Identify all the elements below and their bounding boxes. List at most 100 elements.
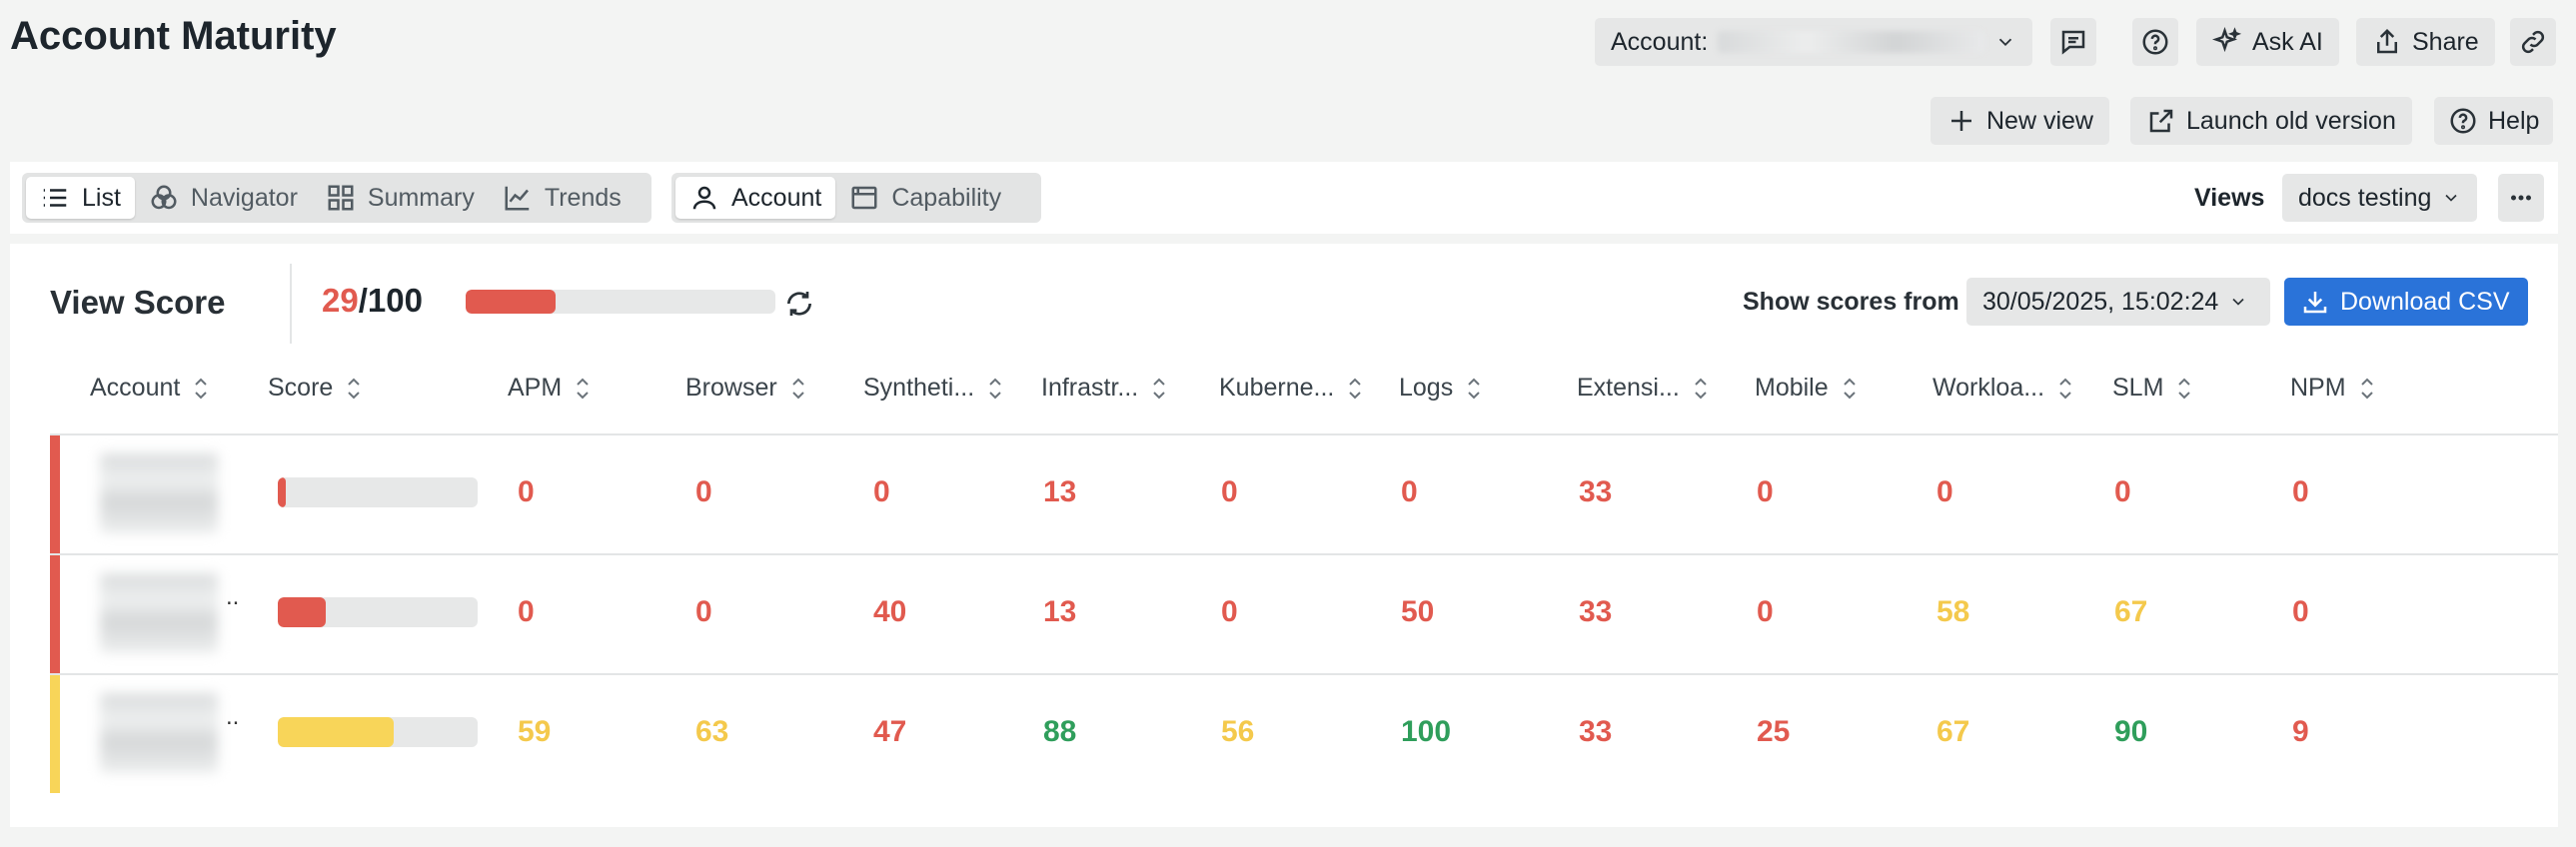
score-cell: 0	[695, 595, 712, 628]
column-header-8[interactable]: Extensi...	[1577, 374, 1710, 403]
sort-icon	[1153, 378, 1165, 399]
column-header-4[interactable]: Syntheti...	[863, 374, 1004, 403]
status-indicator	[50, 435, 60, 553]
views-dropdown[interactable]: docs testing	[2282, 174, 2478, 222]
new-view-button[interactable]: New view	[1931, 97, 2109, 145]
share-label: Share	[2412, 27, 2479, 56]
tab-navigator-label: Navigator	[190, 183, 298, 212]
show-scores-from-label: Show scores from	[1743, 288, 1959, 316]
score-cell: 33	[1579, 715, 1613, 748]
help-button[interactable]: Help	[2434, 97, 2554, 145]
column-header-12[interactable]: NPM	[2290, 374, 2376, 403]
column-header-label: Extensi...	[1577, 374, 1680, 402]
tab-account-label: Account	[731, 183, 822, 212]
chevron-down-icon	[1998, 38, 2012, 47]
column-header-11[interactable]: SLM	[2112, 374, 2193, 403]
help-circle-button[interactable]	[2132, 18, 2178, 66]
date-picker[interactable]: 30/05/2025, 15:02:24	[1966, 278, 2270, 326]
download-csv-button[interactable]: Download CSV	[2284, 278, 2528, 326]
tab-navigator[interactable]: Navigator	[135, 177, 312, 219]
score-cell: 88	[1043, 715, 1077, 748]
question-circle-icon	[2142, 29, 2168, 55]
comment-button[interactable]	[2050, 18, 2096, 66]
column-header-5[interactable]: Infrastr...	[1041, 374, 1168, 403]
copy-link-button[interactable]	[2510, 18, 2556, 66]
tab-trends[interactable]: Trends	[489, 177, 636, 219]
sort-icon	[2059, 378, 2071, 399]
comment-icon	[2061, 30, 2085, 55]
score-cell: 33	[1579, 595, 1613, 628]
score-cell: 0	[518, 475, 535, 508]
tab-summary[interactable]: Summary	[312, 177, 489, 219]
download-csv-label: Download CSV	[2340, 287, 2510, 316]
column-header-label: SLM	[2112, 374, 2164, 402]
score-cell: 0	[1936, 475, 1953, 508]
tab-capability[interactable]: Capability	[835, 177, 1015, 219]
score-cell: 47	[873, 715, 907, 748]
sort-icon	[1349, 378, 1362, 399]
score-cell: 13	[1043, 595, 1077, 628]
sort-icon	[577, 378, 589, 399]
view-score-label: View Score	[50, 284, 226, 321]
account-name-ellipsis: ..	[226, 583, 240, 610]
column-header-label: Browser	[685, 374, 777, 402]
more-options-button[interactable]	[2498, 174, 2544, 222]
tab-trends-label: Trends	[544, 183, 622, 212]
sort-icon	[2360, 378, 2373, 399]
list-icon	[43, 189, 67, 207]
score-cell: 0	[2114, 475, 2131, 508]
score-cell: 0	[1401, 475, 1418, 508]
view-mode-tabs: List Navigator Summary Trends	[22, 173, 651, 223]
account-selector[interactable]: Account:	[1595, 18, 2032, 66]
ask-ai-label: Ask AI	[2252, 27, 2323, 56]
plus-icon	[1951, 111, 1971, 131]
sparkle-icon	[2212, 27, 2242, 53]
score-bar	[278, 477, 478, 507]
account-name-ellipsis: ..	[226, 703, 240, 730]
table-row[interactable]: .. 59 63 47 88 56 100 33 25 67 90 9	[50, 673, 2558, 793]
column-header-3[interactable]: Browser	[685, 374, 807, 403]
view-score-progress	[466, 290, 775, 314]
table-row[interactable]: .. 0 0 40 13 0 50 33 0 58 67 0	[50, 553, 2558, 673]
column-header-label: Infrastr...	[1041, 374, 1139, 402]
score-divider	[290, 264, 292, 344]
ask-ai-button[interactable]: Ask AI	[2196, 18, 2339, 66]
column-header-label: Kuberne...	[1219, 374, 1335, 402]
new-view-label: New view	[1986, 106, 2093, 135]
column-header-2[interactable]: APM	[508, 374, 592, 403]
score-cell: 33	[1579, 475, 1613, 508]
column-header-label: Account	[90, 374, 181, 402]
date-picker-value: 30/05/2025, 15:02:24	[1982, 287, 2219, 316]
tab-account[interactable]: Account	[675, 177, 836, 219]
chevron-down-icon	[2232, 298, 2244, 306]
link-icon	[2521, 30, 2545, 54]
sort-icon	[195, 378, 208, 399]
share-icon	[2377, 28, 2397, 54]
column-header-0[interactable]: Account	[90, 374, 210, 403]
score-cell: 0	[1757, 595, 1774, 628]
launch-old-version-button[interactable]: Launch old version	[2130, 97, 2412, 145]
column-header-7[interactable]: Logs	[1399, 374, 1483, 403]
share-button[interactable]: Share	[2356, 18, 2495, 66]
chevron-down-icon	[2445, 194, 2458, 202]
score-cell: 63	[695, 715, 729, 748]
column-header-1[interactable]: Score	[268, 374, 363, 403]
tab-list-label: List	[82, 183, 121, 212]
view-score-total: /100	[358, 282, 423, 319]
score-cell: 59	[518, 715, 552, 748]
refresh-icon[interactable]	[783, 288, 815, 320]
column-header-10[interactable]: Workloa...	[1932, 374, 2074, 403]
score-cell: 25	[1757, 715, 1791, 748]
column-header-9[interactable]: Mobile	[1755, 374, 1859, 403]
sort-icon	[989, 378, 1001, 399]
table-row[interactable]: 0 0 0 13 0 0 33 0 0 0 0	[50, 433, 2558, 553]
score-cell: 90	[2114, 715, 2148, 748]
external-link-icon	[2149, 109, 2173, 133]
score-table-panel: View Score 29/100 Show scores from 30/05…	[10, 244, 2558, 827]
scope-tabs: Account Capability	[671, 173, 1041, 223]
score-cell: 0	[2292, 595, 2309, 628]
column-header-6[interactable]: Kuberne...	[1219, 374, 1364, 403]
account-name-redacted	[100, 693, 218, 773]
tab-list[interactable]: List	[26, 177, 135, 219]
view-score-value: 29/100	[322, 282, 423, 320]
